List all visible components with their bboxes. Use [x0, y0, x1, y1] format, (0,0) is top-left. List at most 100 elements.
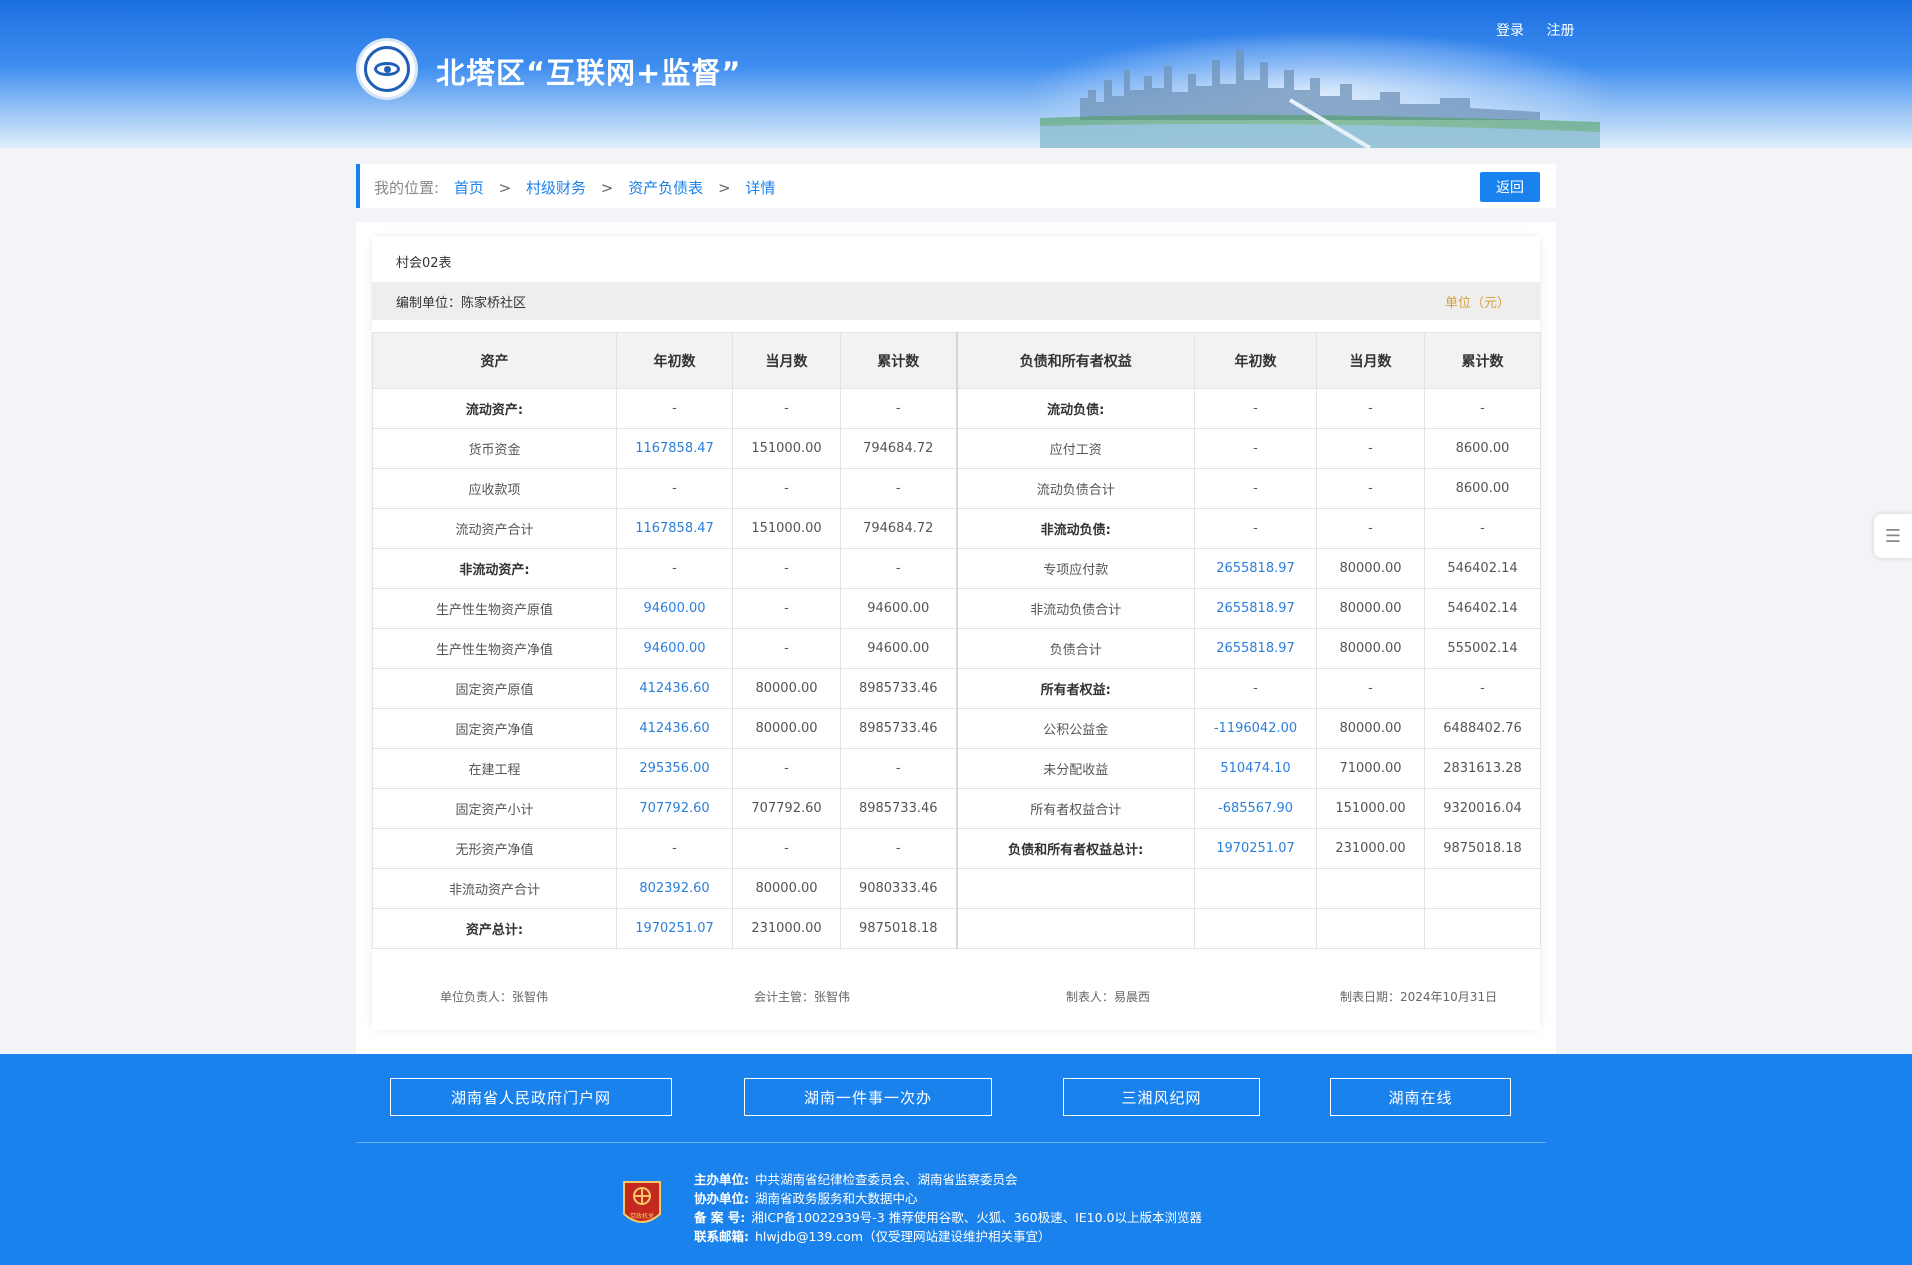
liability-value-cell: 9320016.04 [1424, 788, 1541, 829]
liability-item-label: 非流动负债: [955, 508, 1195, 549]
asset-value-cell: 8985733.46 [840, 788, 957, 829]
liability-value-cell: 2831613.28 [1424, 748, 1541, 789]
liability-value-cell: 2655818.97 [1194, 628, 1317, 669]
asset-value-cell: - [840, 828, 957, 869]
liability-value-cell: 9875018.18 [1424, 828, 1541, 869]
asset-item-label: 资产总计: [372, 908, 617, 949]
asset-value-cell: - [732, 828, 841, 869]
table-row: 在建工程 295356.00- - 未分配收益 510474.10 71000.00 283… [372, 748, 1541, 789]
liability-value-cell: 6488402.76 [1424, 708, 1541, 749]
footer-host: 主办单位: 中共湖南省纪律检查委员会、湖南省监察委员会 [694, 1172, 1018, 1187]
liability-item-label: 未分配收益 [955, 748, 1195, 789]
liability-value-cell: -685567.90 [1194, 788, 1317, 829]
liability-item-label: 流动负债: [955, 388, 1195, 429]
asset-value-cell: 80000.00 [732, 868, 841, 909]
liability-value-cell [1424, 908, 1541, 949]
liability-value-cell: - [1194, 428, 1317, 469]
asset-item-label: 固定资产小计 [372, 788, 617, 829]
link-hunan-online[interactable]: 湖南在线 [1330, 1078, 1511, 1116]
asset-item-label: 流动资产: [372, 388, 617, 429]
table-row: 非流动资产合计 802392.60 80000.00 9080333.46 [372, 868, 1541, 909]
asset-value-cell: - [840, 548, 957, 589]
liability-value-cell: 546402.14 [1424, 548, 1541, 589]
liability-value-cell: 510474.10 [1194, 748, 1317, 789]
footer-co-host: 协办单位: 湖南省政务服务和大数据中心 [694, 1191, 918, 1206]
liability-value-cell: - [1424, 388, 1541, 429]
liability-value-cell: - [1194, 388, 1317, 429]
asset-value-cell: - [616, 388, 733, 429]
liability-item-label: 非流动负债合计 [955, 588, 1195, 629]
back-button[interactable]: 返回 [1480, 172, 1540, 202]
asset-value-cell: - [732, 628, 841, 669]
breadcrumb-bar: 我的位置: 首页 > 村级财务 > 资产负债表 > 详情 返回 [356, 164, 1556, 208]
liability-item-label [955, 908, 1195, 949]
asset-value-cell: 151000.00 [732, 508, 841, 549]
liability-value-cell: 80000.00 [1316, 708, 1425, 749]
asset-value-cell: - [840, 388, 957, 429]
liability-value-cell [1194, 868, 1317, 909]
breadcrumb: 我的位置: 首页 > 村级财务 > 资产负债表 > 详情 [374, 177, 785, 198]
asset-value-cell: 9875018.18 [840, 908, 957, 949]
breadcrumb-prefix: 我的位置: [374, 179, 440, 197]
asset-value-cell: - [616, 828, 733, 869]
asset-value-cell: 231000.00 [732, 908, 841, 949]
asset-value-cell: 295356.00 [616, 748, 733, 789]
party-gov-badge-icon[interactable]: 党政机关 [620, 1178, 664, 1230]
asset-value-cell: - [732, 388, 841, 429]
liability-value-cell: - [1316, 668, 1425, 709]
breadcrumb-home[interactable]: 首页 [454, 179, 484, 197]
header-month: 当月数 [732, 332, 841, 389]
liability-item-label: 负债和所有者权益总计: [955, 828, 1195, 869]
currency-unit: 单位（元） [1444, 296, 1510, 311]
unit-leader: 单位负责人：张智伟 [440, 990, 549, 1004]
link-hunan-one-thing[interactable]: 湖南一件事一次办 [744, 1078, 992, 1116]
breadcrumb-detail[interactable]: 详情 [745, 179, 775, 197]
liability-value-cell: 71000.00 [1316, 748, 1425, 789]
table-row: 生产性生物资产原值 94600.00-94600.00 非流动负债合计 2655818… [372, 588, 1541, 629]
breadcrumb-balance-sheet[interactable]: 资产负债表 [628, 179, 703, 197]
table-row: 流动资产合计 1167858.47 151000.00 794684.72 非流动负债:… [372, 508, 1541, 549]
liability-value-cell: -1196042.00 [1194, 708, 1317, 749]
side-menu-icon[interactable]: ☰ [1874, 514, 1912, 558]
liability-item-label: 负债合计 [955, 628, 1195, 669]
table-row: 固定资产小计 707792.60 707792.60 8985733.46 所有者权益合… [372, 788, 1541, 829]
liability-value-cell: - [1424, 508, 1541, 549]
header-beginning: 年初数 [1194, 332, 1317, 389]
liability-value-cell: - [1316, 508, 1425, 549]
asset-value-cell: - [732, 588, 841, 629]
asset-value-cell: 412436.60 [616, 668, 733, 709]
asset-item-label: 无形资产净值 [372, 828, 617, 869]
header-assets: 资产 [372, 332, 617, 389]
report-date: 制表日期：2024年10月31日 [1340, 990, 1498, 1004]
signature-row: 单位负责人：张智伟 会计主管：张智伟 制表人：易晨西 制表日期：2024年10月… [372, 988, 1540, 1008]
breadcrumb-village-finance[interactable]: 村级财务 [526, 179, 586, 197]
asset-value-cell: - [732, 548, 841, 589]
footer-email: 联系邮箱: hlwjdb@139.com（仅受理网站建设维护相关事宜） [694, 1229, 1051, 1244]
accounting-supervisor: 会计主管：张智伟 [754, 990, 851, 1004]
asset-item-label: 固定资产净值 [372, 708, 617, 749]
link-sanxiang-fengji[interactable]: 三湘风纪网 [1063, 1078, 1260, 1116]
site-footer: 湖南省人民政府门户网 湖南一件事一次办 三湘风纪网 湖南在线 党政机关 主办单位… [0, 1054, 1912, 1265]
breadcrumb-separator: > [717, 179, 731, 197]
liability-value-cell [1424, 868, 1541, 909]
header-cumulative: 累计数 [1424, 332, 1541, 389]
liability-item-label: 专项应付款 [955, 548, 1195, 589]
city-skyline-image [1040, 50, 1600, 148]
login-link[interactable]: 登录 [1496, 23, 1524, 39]
badge-text: 党政机关 [630, 1212, 654, 1220]
asset-item-label: 流动资产合计 [372, 508, 617, 549]
eye-logo-icon [364, 46, 410, 92]
site-logo[interactable] [356, 38, 418, 100]
liability-value-cell: - [1194, 508, 1317, 549]
preparer: 制表人：易晨西 [1066, 990, 1151, 1004]
liability-value-cell: 80000.00 [1316, 548, 1425, 589]
liability-value-cell: 80000.00 [1316, 588, 1425, 629]
table-row: 生产性生物资产净值 94600.00-94600.00 负债合计 2655818.97… [372, 628, 1541, 669]
register-link[interactable]: 注册 [1546, 23, 1574, 39]
link-hunan-gov[interactable]: 湖南省人民政府门户网 [390, 1078, 672, 1116]
liability-value-cell: 231000.00 [1316, 828, 1425, 869]
table-number: 村会02表 [396, 256, 452, 271]
asset-value-cell: 1167858.47 [616, 428, 733, 469]
liability-value-cell [1194, 908, 1317, 949]
footer-divider [356, 1142, 1546, 1143]
